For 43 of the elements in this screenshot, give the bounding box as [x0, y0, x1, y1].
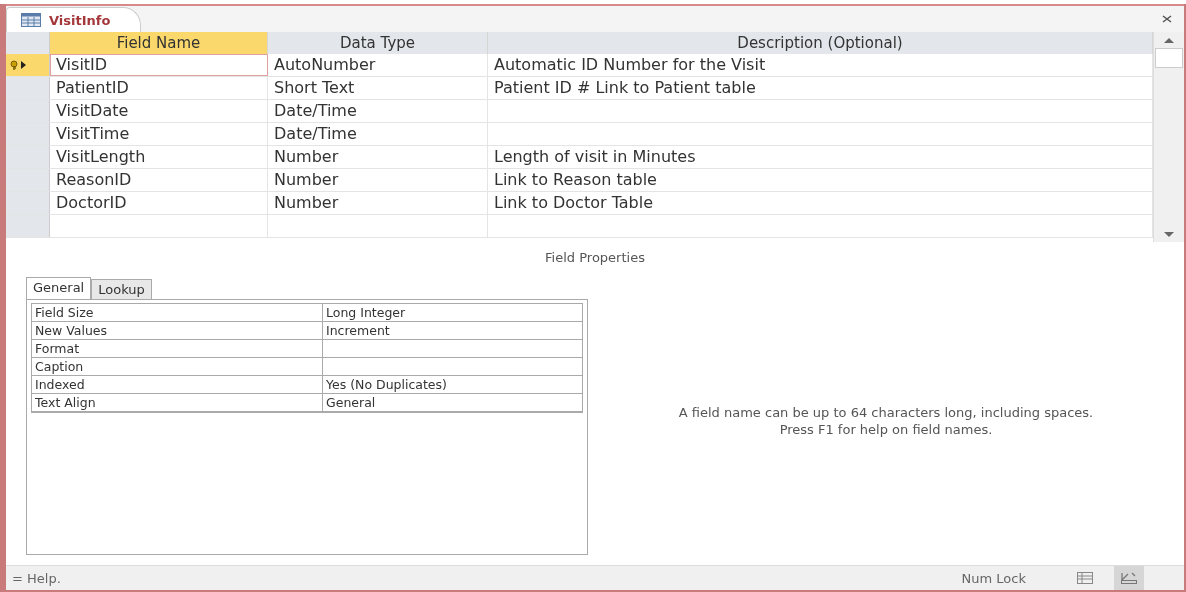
scroll-down-icon[interactable] — [1164, 231, 1174, 237]
field-name-cell[interactable]: VisitID — [50, 54, 268, 76]
property-name: New Values — [34, 322, 109, 339]
property-value[interactable]: Long Integer — [322, 304, 582, 321]
data-type-cell[interactable]: Date/Time — [268, 123, 488, 145]
design-view-icon[interactable] — [1114, 566, 1144, 590]
document-tab[interactable]: VisitInfo — [6, 7, 142, 32]
property-value[interactable]: Yes (No Duplicates) — [322, 376, 582, 393]
tab-title: VisitInfo — [49, 12, 111, 28]
field-name-cell[interactable]: DoctorID — [50, 192, 268, 214]
field-name-cell[interactable]: VisitDate — [50, 100, 268, 122]
column-header[interactable]: Field Name — [50, 32, 268, 54]
data-type-cell[interactable]: AutoNumber — [268, 54, 488, 76]
property-name: Text Align — [34, 394, 97, 411]
property-value[interactable]: Increment — [322, 322, 582, 339]
key-icon — [10, 60, 28, 70]
data-type-cell[interactable]: Short Text — [268, 77, 488, 99]
field-name-cell[interactable]: VisitTime — [50, 123, 268, 145]
field-name-cell[interactable]: VisitLength — [50, 146, 268, 168]
section-title: Field Properties — [544, 250, 646, 265]
row-selector[interactable] — [6, 54, 50, 76]
data-type-cell[interactable]: Number — [268, 146, 488, 168]
property-name: Indexed — [34, 376, 86, 393]
property-tab[interactable]: General — [26, 277, 92, 299]
num-lock-indicator: Num Lock — [961, 570, 1026, 586]
property-value[interactable]: General — [322, 394, 582, 411]
scrollbar[interactable] — [1153, 32, 1184, 242]
property-name: Caption — [34, 358, 85, 375]
property-name: Format — [34, 340, 81, 357]
table-icon — [21, 13, 41, 27]
data-type-cell[interactable]: Date/Time — [268, 100, 488, 122]
data-type-cell[interactable]: Number — [268, 192, 488, 214]
status-text: = Help. — [11, 570, 62, 586]
scroll-thumb[interactable] — [1155, 48, 1183, 68]
property-name: Field Size — [34, 304, 95, 321]
column-header[interactable]: Data Type — [268, 32, 488, 54]
scroll-up-icon[interactable] — [1164, 37, 1174, 43]
help-text: A field name can be up to 64 characters long, including spaces. Press F1 for help on field names. — [677, 404, 1095, 438]
data-type-cell[interactable]: Number — [268, 169, 488, 191]
property-tab[interactable]: Lookup — [91, 279, 152, 299]
field-name-cell[interactable]: PatientID — [50, 77, 268, 99]
close-icon[interactable] — [1160, 12, 1174, 26]
field-name-cell[interactable]: ReasonID — [50, 169, 268, 191]
